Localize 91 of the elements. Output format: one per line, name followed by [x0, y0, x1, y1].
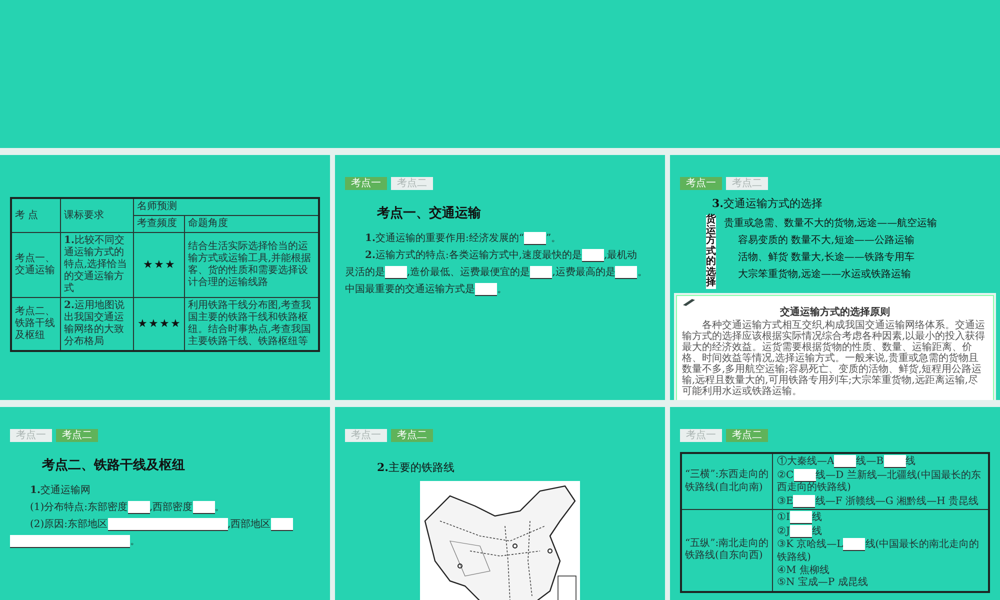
paragraph-text: ,造价最低、运费最便宜的是: [407, 267, 530, 278]
section-tab[interactable]: 考点二: [391, 177, 433, 190]
text-line: 容易变质的 数量不大,短途——公路运输: [737, 234, 916, 247]
table-cell: 考查频度: [134, 216, 184, 232]
note-title: 交通运输方式的选择原则: [779, 306, 891, 318]
paragraph-text: 1.交通运输网: [30, 485, 90, 496]
slide-thumbnail[interactable]: 考点一 考点二 考点二、铁路干线及枢纽 1.交通运输网 (1)分布特点:东部密度 ,西部密度 。 (2)原因:东部地区 ,西部地区 。: [0, 407, 330, 600]
answer-blank: [790, 524, 812, 538]
answer-blank: [128, 500, 150, 514]
table-cell: 课标要求: [60, 198, 134, 232]
section-tab[interactable]: 考点二: [56, 429, 98, 442]
paragraph-text: 2.运输方式的特点:各类运输方式中,速度最快的是: [365, 250, 582, 261]
answer-blank: [834, 455, 856, 468]
answer-blank: [524, 232, 546, 245]
slide-heading: 考点一、交通运输: [376, 204, 482, 223]
note-text: 各种交通运输方式相互交织,构成我国交通运输网络体系。交通运输方式的选择应该根据实际情况综合考虑各种因素,以最小的投入获得最大的经济效益。运货需要根据货物的性质、数量、运输距离、价格、时间效益等情况,选择运输方式。一般来说,贵重或急需的货物且数量不多,多用航空运输;容易死亡、变质的活物、鲜货,短程用公路运输,远程且数量大的,可用铁路专用列车;大宗笨重货物,远距离运输,尽可能利用水运或铁路运输。: [682, 320, 986, 396]
slide-thumbnail[interactable]: [0, 0, 1000, 148]
text-line: 活物、鲜货 数量大,长途——铁路专用车: [737, 251, 916, 264]
paragraph-text: ⑤N 宝成—P 成昆线: [777, 577, 868, 588]
answer-blank: [843, 538, 866, 552]
star-icon: ★: [138, 318, 148, 330]
paragraph-text: ,最机动: [604, 250, 638, 261]
paragraph-text: ,西部密度: [150, 502, 193, 513]
paragraph-text: 线—B: [856, 456, 884, 468]
paragraph-text: ,西部地区: [228, 519, 271, 530]
table-cell: 1.比较不同交通运输方式的特点,选择恰当的交通运输方式: [60, 232, 134, 298]
table-cell: “三横”:东西走向的铁路线(自北向南): [681, 453, 772, 510]
slide-heading: 2.主要的铁路线: [377, 461, 454, 474]
paragraph-text: ④M 焦柳线: [777, 564, 830, 576]
table-cell: 命题角度: [184, 216, 319, 232]
slide-thumbnail[interactable]: [0, 155, 330, 400]
paragraph-text: 。: [497, 284, 507, 295]
paragraph-text: ③K 京哈线—L: [777, 540, 844, 551]
paragraph-text: ②C: [777, 470, 794, 481]
vertical-label: 货运方式的选择: [706, 215, 716, 288]
paragraph-text: ①I: [777, 512, 790, 524]
paragraph-text: 。: [637, 267, 648, 278]
pencil-icon: [682, 298, 696, 306]
paragraph-text: ③E: [777, 496, 794, 507]
paragraph-text: 西走向的铁路线): [777, 482, 851, 494]
answer-blank: [582, 248, 604, 262]
paragraph-text: 线: [812, 526, 822, 537]
paragraph-text: 1.交通运输的重要作用:经济发展的“: [365, 233, 524, 244]
paragraph-text: 线—F 浙赣线—G 湘黔线—H 贵昆线: [815, 496, 978, 507]
table-cell: 考 点: [11, 198, 60, 232]
paragraph-text: ,运费最高的是: [552, 267, 616, 278]
paragraph-text: (2)原因:东部地区: [30, 519, 108, 530]
paragraph-text: 线(中国最长的南北走向的: [865, 540, 980, 551]
answer-blank: [884, 455, 906, 468]
text-line: 大宗笨重货物,远途——水运或铁路运输: [737, 268, 912, 281]
paragraph-text: 。: [214, 502, 225, 513]
paragraph-text: ②J: [777, 526, 790, 537]
slide-thumbnail[interactable]: 考点一 考点二 2.主要的铁路线: [335, 407, 665, 600]
answer-blank: [270, 518, 293, 531]
answer-blank: [475, 282, 497, 296]
answer-blank: [615, 266, 638, 279]
star-icon: ★: [148, 318, 158, 330]
star-icon: ★: [170, 318, 180, 330]
star-icon: ★: [154, 259, 164, 271]
answer-blank: [794, 468, 816, 482]
paragraph-text: 灵活的是: [345, 267, 385, 278]
section-tab[interactable]: 考点二: [726, 177, 768, 190]
star-icon: ★: [160, 318, 170, 330]
answer-blank: [790, 511, 812, 524]
text-line: 贵重或急需、数量不大的货物,远途——航空运输: [724, 217, 938, 230]
section-tab[interactable]: 考点一: [345, 429, 387, 442]
paragraph-text: 中国最重要的交通运输方式是: [345, 284, 475, 295]
paragraph-text: ①大秦线—A: [777, 456, 834, 468]
slide-thumbnail[interactable]: 考点一 考点二 考点一、交通运输 1.交通运输的重要作用:经济发展的“ ”。 2.运输方式的特点:各类运输方式中,速度最快的是 ,最机动 灵活的是 ,造价最低、运费最便宜的是 ,运费最高的是 。 中国最重要的交通运输方式是 。: [335, 155, 665, 400]
slide-thumbnail[interactable]: [670, 155, 1000, 400]
section-tab[interactable]: 考点一: [10, 429, 52, 442]
section-tab[interactable]: 考点一: [680, 429, 722, 442]
answer-blank: [192, 500, 215, 514]
section-tab[interactable]: 考点一: [680, 177, 722, 190]
answer-blank: [385, 266, 407, 279]
paragraph-text: ”。: [546, 233, 562, 244]
section-tab[interactable]: 考点二: [391, 429, 433, 442]
table-cell: 名师预测: [134, 198, 319, 216]
paragraph-text: 线: [812, 512, 822, 524]
section-tab[interactable]: 考点一: [345, 177, 387, 190]
paragraph-text: 。: [130, 536, 140, 547]
table-cell: 考点一、交通运输: [11, 232, 60, 298]
star-icon: ★: [143, 259, 153, 271]
slide-heading: 3.交通运输方式的选择: [712, 197, 822, 210]
star-icon: ★: [165, 259, 175, 271]
paragraph-text: 铁路线): [777, 552, 811, 564]
slide-heading: 考点二、铁路干线及枢纽: [41, 457, 186, 475]
answer-blank: [793, 494, 816, 508]
section-tab[interactable]: 考点二: [726, 429, 768, 442]
paragraph-text: (1)分布特点:东部密度: [30, 502, 128, 513]
answer-blank: [530, 266, 552, 279]
